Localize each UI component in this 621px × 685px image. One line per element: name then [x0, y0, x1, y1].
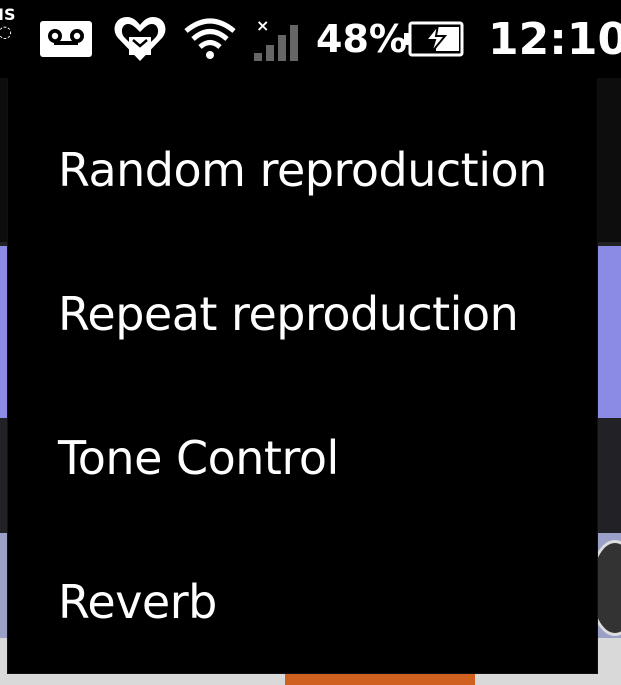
svg-text:×: ×	[256, 17, 269, 35]
wifi-icon	[184, 0, 236, 78]
battery-charging-icon	[404, 0, 464, 78]
voicemail-icon	[40, 0, 92, 78]
menu-item-random-reproduction[interactable]: Random reproduction	[8, 98, 597, 242]
menu-item-label: Repeat reproduction	[58, 287, 519, 341]
menu-item-label: Random reproduction	[58, 143, 547, 197]
menu-item-tone-control[interactable]: Tone Control	[8, 386, 597, 530]
signal-no-service-icon: ×	[252, 0, 300, 78]
menu-item-label: Tone Control	[58, 431, 339, 485]
status-edge-text: IS ◌	[0, 6, 15, 40]
clock: 12:10	[488, 13, 621, 65]
battery-percent: 48%	[316, 17, 407, 61]
menu-item-label: Reverb	[58, 575, 217, 629]
heart-notification-icon	[113, 0, 167, 78]
status-edge-label: IS	[0, 5, 16, 24]
overflow-menu: Random reproduction Repeat reproduction …	[8, 78, 597, 673]
menu-item-reverb[interactable]: Reverb	[8, 530, 597, 674]
status-edge-circle-icon: ◌	[0, 22, 12, 41]
status-bar: IS ◌ × 48% 12:10	[0, 0, 621, 78]
menu-item-repeat-reproduction[interactable]: Repeat reproduction	[8, 242, 597, 386]
